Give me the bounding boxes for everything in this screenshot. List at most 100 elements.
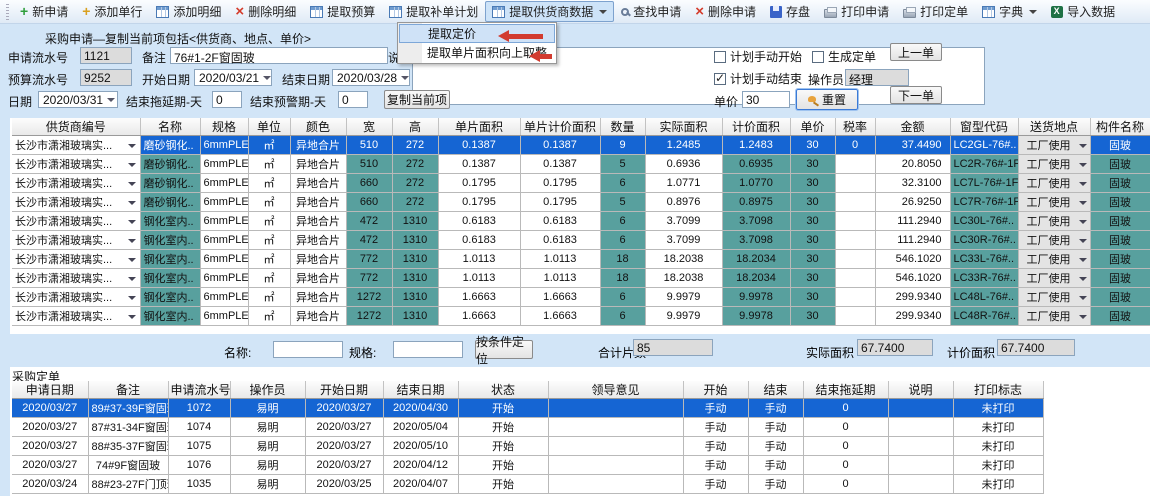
cell[interactable]: 30 [790, 155, 835, 174]
cell[interactable]: 固玻 [1090, 212, 1150, 231]
checkbox-icon[interactable] [812, 51, 824, 63]
cell[interactable]: 固玻 [1090, 231, 1150, 250]
cell[interactable]: 工厂使用 [1018, 136, 1090, 155]
cell[interactable]: 钢化室内.. [140, 269, 200, 288]
cell[interactable]: 660 [346, 193, 392, 212]
cell[interactable]: 1.6663 [438, 288, 520, 307]
cell[interactable]: 18.2034 [722, 269, 790, 288]
cell[interactable]: 2020/05/04 [383, 418, 458, 437]
cell[interactable]: 1.6663 [520, 288, 600, 307]
toolbar-button-extract-supplier[interactable]: 提取供货商数据 [485, 1, 614, 22]
cell[interactable]: 299.9340 [875, 307, 950, 326]
locate-by-condition-button[interactable]: 按条件定位 [475, 340, 533, 359]
cell[interactable]: 手动 [683, 456, 748, 475]
cell[interactable]: 272 [392, 193, 438, 212]
cell[interactable]: 磨砂钢化.. [140, 136, 200, 155]
cell[interactable]: 2020/05/10 [383, 437, 458, 456]
cell[interactable]: 30 [790, 307, 835, 326]
cell[interactable] [548, 418, 683, 437]
toolbar-button-add-detail[interactable]: 添加明细 [149, 1, 228, 22]
table-row[interactable]: 长沙市潇湘玻璃实...钢化室内..6mmPLE..㎡异地合片127213101.… [12, 307, 1150, 326]
cell[interactable]: 111.2940 [875, 212, 950, 231]
cell[interactable]: 88#23-27F门顶玻 [88, 475, 168, 494]
cell[interactable]: 6mmPLE.. [200, 288, 248, 307]
cell[interactable]: 异地合片 [290, 174, 346, 193]
cell[interactable] [835, 231, 875, 250]
cell[interactable]: 0.8976 [645, 193, 722, 212]
column-header[interactable]: 宽 [346, 118, 392, 136]
column-header[interactable]: 窗型代码 [950, 118, 1018, 136]
cell[interactable]: LC2R-76#-1F [950, 155, 1018, 174]
toolbar-button-delete-detail[interactable]: 删除明细 [228, 1, 303, 22]
cell[interactable]: 长沙市潇湘玻璃实... [12, 307, 140, 326]
toolbar-button-print-order[interactable]: 打印定单 [896, 1, 975, 22]
cell[interactable]: ㎡ [248, 212, 290, 231]
cell[interactable]: 固玻 [1090, 250, 1150, 269]
cell[interactable]: 1.2483 [722, 136, 790, 155]
cell[interactable]: 0 [803, 475, 888, 494]
cell[interactable]: ㎡ [248, 269, 290, 288]
cell[interactable]: 0.6183 [438, 231, 520, 250]
manual-start-checkbox[interactable]: 计划手动开始 [714, 48, 802, 65]
cell[interactable]: ㎡ [248, 231, 290, 250]
cell[interactable]: ㎡ [248, 174, 290, 193]
cell[interactable]: 未打印 [953, 475, 1043, 494]
cell[interactable] [835, 193, 875, 212]
next-order-button[interactable]: 下一单 [890, 86, 942, 104]
cell[interactable]: 74#9F窗固玻 [88, 456, 168, 475]
cell[interactable]: 开始 [458, 456, 548, 475]
cell[interactable]: LC48L-76#.. [950, 288, 1018, 307]
cell[interactable]: 272 [392, 155, 438, 174]
table-row[interactable]: 长沙市潇湘玻璃实...钢化室内..6mmPLE..㎡异地合片77213101.0… [12, 250, 1150, 269]
cell[interactable]: 未打印 [953, 456, 1043, 475]
cell[interactable] [888, 437, 953, 456]
cell[interactable] [548, 437, 683, 456]
cell[interactable]: 0 [835, 136, 875, 155]
cell[interactable]: 1310 [392, 307, 438, 326]
cell[interactable]: 18.2038 [645, 250, 722, 269]
cell[interactable]: LC30L-76#.. [950, 212, 1018, 231]
cell[interactable]: 510 [346, 155, 392, 174]
column-header[interactable]: 备注 [88, 381, 168, 399]
cell[interactable]: 37.4490 [875, 136, 950, 155]
cell[interactable]: 2020/03/27 [12, 456, 88, 475]
cell[interactable]: 472 [346, 231, 392, 250]
cell[interactable]: 6 [600, 307, 645, 326]
checkbox-icon[interactable] [714, 73, 726, 85]
cell[interactable] [835, 250, 875, 269]
cell[interactable]: LC48R-76#.. [950, 307, 1018, 326]
cell[interactable]: 手动 [683, 437, 748, 456]
cell[interactable]: 1.0113 [438, 269, 520, 288]
cell[interactable]: 2020/03/27 [305, 418, 383, 437]
budget-field[interactable]: 9252 [80, 69, 132, 86]
cell[interactable]: 6mmPLE.. [200, 155, 248, 174]
cell[interactable]: 异地合片 [290, 307, 346, 326]
cell[interactable]: 固玻 [1090, 193, 1150, 212]
toolbar-button-dictionary[interactable]: 字典 [975, 1, 1044, 22]
cell[interactable]: 472 [346, 212, 392, 231]
cell[interactable]: 固玻 [1090, 155, 1150, 174]
table-row[interactable]: 长沙市潇湘玻璃实...钢化室内..6mmPLE..㎡异地合片77213101.0… [12, 269, 1150, 288]
column-header[interactable]: 构件名称 [1090, 118, 1150, 136]
filter-spec-input[interactable] [393, 341, 463, 358]
cell[interactable]: 1272 [346, 288, 392, 307]
cell[interactable]: 26.9250 [875, 193, 950, 212]
column-header[interactable]: 结束 [748, 381, 803, 399]
column-header[interactable]: 税率 [835, 118, 875, 136]
cell[interactable]: 30 [790, 174, 835, 193]
cell[interactable]: 1035 [168, 475, 230, 494]
cell[interactable]: 工厂使用 [1018, 250, 1090, 269]
cell[interactable]: 2020/03/27 [12, 437, 88, 456]
cell[interactable]: 0.1795 [520, 193, 600, 212]
cell[interactable] [835, 212, 875, 231]
column-header[interactable]: 开始 [683, 381, 748, 399]
cell[interactable]: 3.7098 [722, 231, 790, 250]
cell[interactable]: 6 [600, 212, 645, 231]
cell[interactable]: 3.7098 [722, 212, 790, 231]
cell[interactable]: 1.0113 [520, 269, 600, 288]
cell[interactable]: 2020/04/07 [383, 475, 458, 494]
cell[interactable]: 546.1020 [875, 269, 950, 288]
cell[interactable]: 2020/03/27 [305, 437, 383, 456]
cell[interactable]: 510 [346, 136, 392, 155]
cell[interactable]: ㎡ [248, 193, 290, 212]
